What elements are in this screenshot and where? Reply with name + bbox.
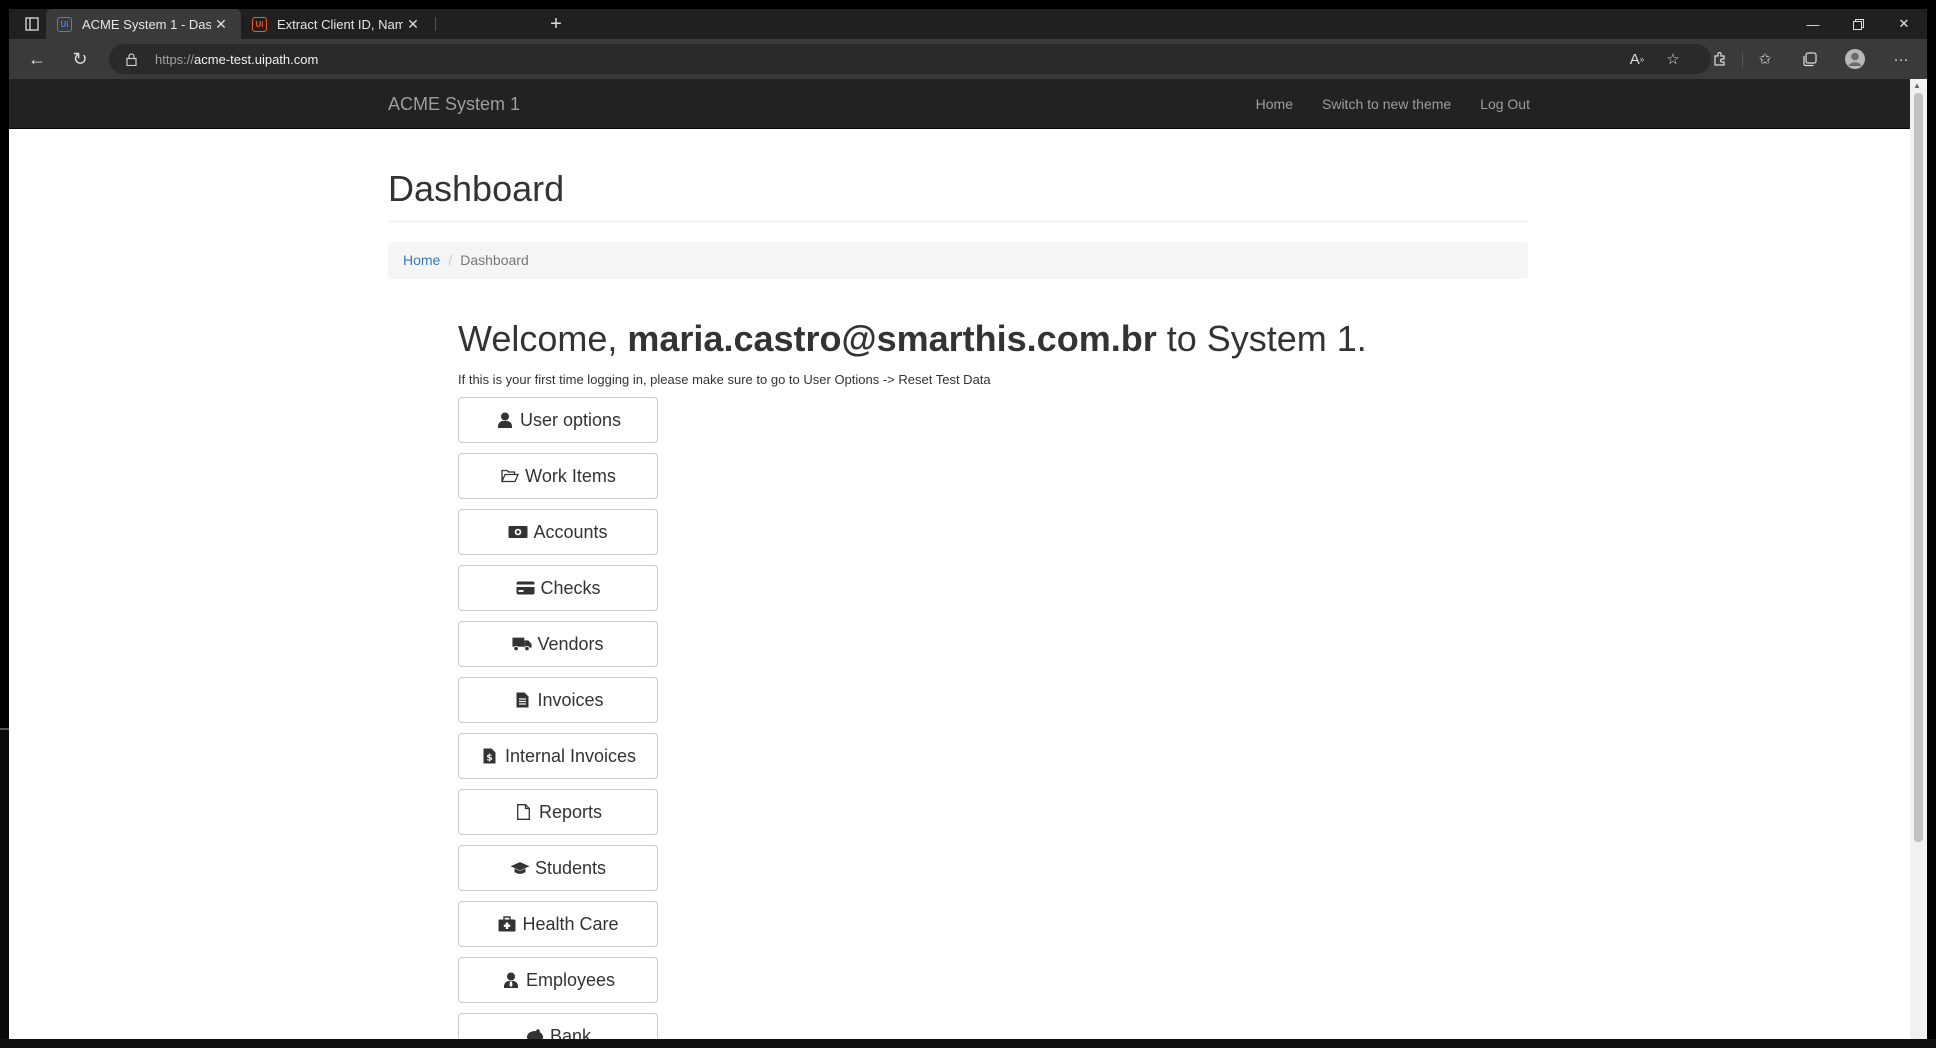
breadcrumb: Home / Dashboard xyxy=(388,241,1528,279)
reports-button[interactable]: Reports xyxy=(458,789,658,836)
taskbar-edge xyxy=(0,1039,1936,1048)
tab-strip: Ui ACME System 1 - Dashboard ✕ Ui Extrac… xyxy=(9,9,1927,39)
url-protocol: https:// xyxy=(155,51,195,67)
svg-text:$: $ xyxy=(487,754,493,764)
internal-invoices-button[interactable]: $ Internal Invoices xyxy=(458,733,658,780)
button-label: Vendors xyxy=(537,633,604,654)
breadcrumb-current: Dashboard xyxy=(460,252,529,269)
first-login-hint: If this is your first time logging in, p… xyxy=(458,372,991,388)
button-label: User options xyxy=(519,409,622,430)
money-icon xyxy=(508,523,528,541)
close-tab-icon[interactable]: ✕ xyxy=(211,16,231,33)
profile-avatar-icon[interactable] xyxy=(1839,43,1871,75)
page-scrollbar[interactable]: ▲ ▼ xyxy=(1910,79,1927,1048)
students-button[interactable]: Students xyxy=(458,845,658,892)
refresh-icon[interactable]: ↻ xyxy=(64,43,96,75)
welcome-heading: Welcome, maria.castro@smarthis.com.br to… xyxy=(458,317,1528,359)
back-icon[interactable]: ← xyxy=(21,43,53,75)
welcome-user-email: maria.castro@smarthis.com.br xyxy=(627,317,1157,359)
scrollbar-thumb[interactable] xyxy=(1914,93,1923,842)
button-label: Invoices xyxy=(537,689,604,710)
button-label: Health Care xyxy=(522,913,619,934)
user-icon xyxy=(495,411,515,429)
truck-icon xyxy=(512,635,533,653)
extensions-icon[interactable] xyxy=(1703,43,1735,75)
background-window-edge xyxy=(0,728,9,1048)
nav-home-link[interactable]: Home xyxy=(1256,96,1293,112)
url-text[interactable]: https://acme-test.uipath.com xyxy=(155,52,318,67)
user-tie-icon xyxy=(501,971,521,989)
work-items-button[interactable]: Work Items xyxy=(458,453,658,500)
add-favorite-icon[interactable]: ☆ xyxy=(1657,43,1689,75)
site-navbar: ACME System 1 Home Switch to new theme L… xyxy=(9,79,1910,129)
welcome-prefix: Welcome, xyxy=(458,317,628,359)
nav-switch-theme-link[interactable]: Switch to new theme xyxy=(1322,96,1451,112)
toolbar-separator xyxy=(1742,52,1743,68)
read-aloud-icon[interactable]: A» xyxy=(1621,43,1653,75)
uipath-favicon-icon: Ui xyxy=(252,16,267,32)
button-label: Reports xyxy=(538,801,603,822)
button-label: Employees xyxy=(525,969,616,990)
close-tab-icon[interactable]: ✕ xyxy=(403,16,423,33)
credit-card-icon xyxy=(515,579,535,597)
button-label: Students xyxy=(534,857,607,878)
favorites-icon[interactable]: ✩ xyxy=(1749,43,1781,75)
navbar-links: Home Switch to new theme Log Out xyxy=(1256,96,1530,112)
nav-logout-link[interactable]: Log Out xyxy=(1480,96,1530,112)
button-label: Internal Invoices xyxy=(504,745,637,766)
uipath-favicon-icon: Ui xyxy=(57,16,72,32)
more-options-icon[interactable]: ··· xyxy=(1885,43,1917,75)
medkit-icon xyxy=(497,915,517,933)
restore-icon[interactable] xyxy=(1835,9,1881,39)
employees-button[interactable]: Employees xyxy=(458,957,658,1004)
vendors-button[interactable]: Vendors xyxy=(458,621,658,668)
scroll-up-icon[interactable]: ▲ xyxy=(1913,81,1921,90)
breadcrumb-separator: / xyxy=(448,252,453,269)
folder-open-icon xyxy=(500,467,520,485)
tab-acme-dashboard[interactable]: Ui ACME System 1 - Dashboard ✕ xyxy=(46,9,241,39)
accounts-button[interactable]: Accounts xyxy=(458,509,658,556)
breadcrumb-home-link[interactable]: Home xyxy=(403,252,440,268)
tab-divider xyxy=(435,17,436,31)
file-invoice-icon: $ xyxy=(480,747,500,765)
invoices-button[interactable]: Invoices xyxy=(458,677,658,724)
tab-extract-client[interactable]: Ui Extract Client ID, Name and Country ✕ xyxy=(241,9,433,39)
health-care-button[interactable]: Health Care xyxy=(458,901,658,948)
new-tab-icon[interactable]: + xyxy=(539,9,573,39)
button-label: Checks xyxy=(540,577,601,598)
dashboard-content: Welcome, maria.castro@smarthis.com.br to… xyxy=(458,317,1528,1048)
checks-button[interactable]: Checks xyxy=(458,565,658,612)
file-icon xyxy=(514,803,534,821)
button-label: Accounts xyxy=(533,521,608,542)
user-options-button[interactable]: User options xyxy=(458,397,658,444)
site-brand[interactable]: ACME System 1 xyxy=(388,94,520,115)
tab-title: Extract Client ID, Name and Country xyxy=(277,16,403,32)
page-title: Dashboard xyxy=(388,169,1528,222)
lock-icon xyxy=(123,52,139,66)
address-toolbar: ← ↻ https://acme-test.uipath.com A» ☆ ✩ … xyxy=(9,39,1927,79)
file-text-icon xyxy=(512,691,532,709)
welcome-suffix: to System 1. xyxy=(1156,317,1367,359)
collections-icon[interactable] xyxy=(1793,43,1825,75)
address-bar[interactable]: https://acme-test.uipath.com xyxy=(109,44,1711,74)
main-container: Dashboard Home / Dashboard Welcome, mari… xyxy=(388,129,1528,1048)
close-window-icon[interactable]: ✕ xyxy=(1881,9,1927,39)
button-label: Work Items xyxy=(525,465,616,486)
tab-title: ACME System 1 - Dashboard xyxy=(82,16,211,32)
browser-window: Ui ACME System 1 - Dashboard ✕ Ui Extrac… xyxy=(9,9,1927,1048)
graduation-cap-icon xyxy=(510,859,530,877)
minimize-icon[interactable]: — xyxy=(1790,9,1836,39)
web-page: ACME System 1 Home Switch to new theme L… xyxy=(9,79,1910,1048)
url-host: acme-test.uipath.com xyxy=(194,51,319,67)
